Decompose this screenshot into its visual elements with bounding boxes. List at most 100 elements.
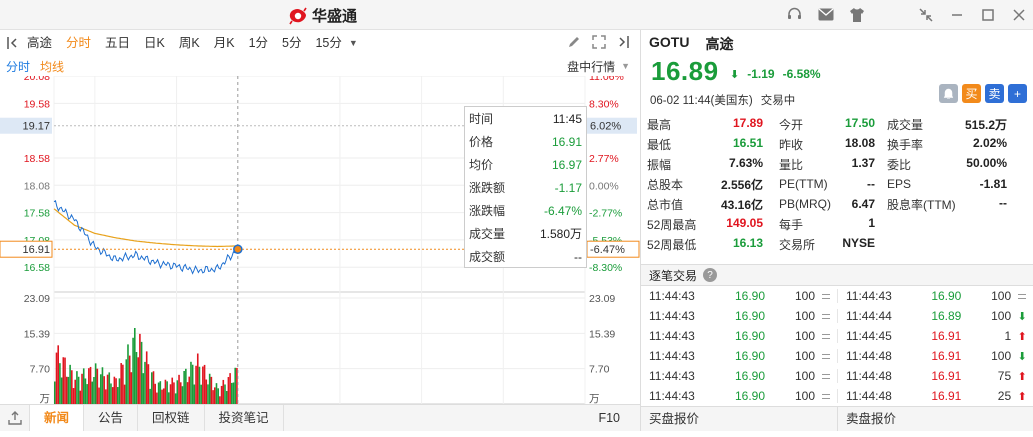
price-tick-label: 18.08 xyxy=(24,180,50,192)
trade-time: 11:44:43 xyxy=(649,349,695,363)
price-tick-label: 19.58 xyxy=(24,98,50,110)
pen-icon[interactable] xyxy=(566,34,582,50)
tab-5min[interactable]: 5分 xyxy=(275,30,308,56)
volume-bar xyxy=(118,378,121,404)
volume-bar xyxy=(88,368,90,404)
trade-volume: 25 xyxy=(997,389,1012,403)
tab-weekly-k[interactable]: 周K xyxy=(172,30,207,56)
tab-15min[interactable]: 15分 xyxy=(308,30,348,56)
volume-bar xyxy=(178,374,180,404)
stat-value: -- xyxy=(999,195,1007,210)
headset-icon[interactable] xyxy=(786,6,803,23)
volume-bar xyxy=(236,367,238,404)
sell-button[interactable]: 卖 xyxy=(985,84,1004,103)
price-tick-label: 20.08 xyxy=(24,76,50,83)
tab-news[interactable]: 新闻 xyxy=(30,405,85,431)
mode-label: 分时 xyxy=(6,59,31,74)
volume-bar xyxy=(94,363,97,404)
volume-bar xyxy=(77,376,80,404)
trade-price: 16.91 xyxy=(931,349,962,363)
stat-label: 振幅 xyxy=(647,157,672,172)
upload-icon[interactable] xyxy=(0,405,30,431)
info-value: -- xyxy=(574,249,582,264)
tab-equity-chain[interactable]: 回权链 xyxy=(138,405,205,431)
separator-space xyxy=(879,6,903,23)
volume-tick-label: 7.70 xyxy=(589,364,610,376)
tab-monthly-k[interactable]: 月K xyxy=(207,30,242,56)
stat-label: 最低 xyxy=(647,137,672,152)
volume-bar xyxy=(200,384,202,404)
collapse-left-icon[interactable] xyxy=(4,35,20,51)
tab-announcement[interactable]: 公告 xyxy=(84,405,139,431)
chevron-down-icon[interactable]: ▼ xyxy=(349,38,358,48)
volume-bar xyxy=(65,376,68,404)
tab-daily-k[interactable]: 日K xyxy=(137,30,172,56)
info-value: 1.580万 xyxy=(539,227,582,241)
volume-bar xyxy=(220,385,223,404)
shirt-icon[interactable] xyxy=(848,6,865,23)
shrink-icon[interactable] xyxy=(917,6,934,23)
trade-row: 11:44:43 16.90 100 11:44:45 16.91 1 ⬆ xyxy=(641,326,1033,346)
trade-row: 11:44:43 16.90 100 11:44:44 16.89 100 ⬇ xyxy=(641,306,1033,326)
trading-status: 交易中 xyxy=(760,95,796,107)
tab-fenshi[interactable]: 分时 xyxy=(59,30,98,56)
volume-bar xyxy=(91,381,94,404)
session-selector[interactable]: 盘中行情 ▼ xyxy=(567,58,630,75)
stats-row: 52周最高 149.05 每手 1 xyxy=(647,214,1031,234)
stat-cell: 最高 17.89 xyxy=(647,116,763,133)
tab-f10[interactable]: F10 xyxy=(598,405,620,431)
volume-bar xyxy=(152,371,155,404)
volume-bar xyxy=(72,388,75,404)
volume-bar xyxy=(116,387,119,404)
stat-label: 委比 xyxy=(887,157,912,172)
close-icon[interactable] xyxy=(1010,6,1027,23)
trades-list[interactable]: 11:44:43 16.90 100 11:44:43 16.90 100 11:44:43… xyxy=(641,286,1033,406)
volume-bar xyxy=(86,384,88,404)
trade-volume: 100 xyxy=(794,289,815,303)
volume-bar xyxy=(140,341,143,404)
volume-bar xyxy=(120,363,122,404)
help-icon[interactable]: ? xyxy=(703,268,718,282)
minimize-icon[interactable] xyxy=(948,6,965,23)
trade-row: 11:44:43 16.90 100 11:44:48 16.91 100 ⬇ xyxy=(641,346,1033,366)
trade-cell: 11:44:43 16.90 100 xyxy=(641,349,837,363)
tab-5day[interactable]: 五日 xyxy=(98,30,137,56)
trades-title: 逐笔交易 xyxy=(649,268,698,283)
info-label: 成交量 xyxy=(469,227,506,241)
maximize-icon[interactable] xyxy=(979,6,996,23)
bell-icon[interactable] xyxy=(939,84,958,103)
stat-cell: 股息率(TTM) -- xyxy=(887,196,1007,213)
trade-volume: 100 xyxy=(991,289,1012,303)
mail-icon[interactable] xyxy=(817,6,834,23)
stat-value: -- xyxy=(867,177,875,191)
trade-time: 11:44:45 xyxy=(846,329,892,343)
volume-bar xyxy=(222,379,225,404)
stat-value: 2.02% xyxy=(972,135,1007,150)
trade-price: 16.89 xyxy=(931,309,962,323)
volume-bar xyxy=(144,361,146,404)
tab-1min[interactable]: 1分 xyxy=(242,30,275,56)
info-value: 16.91 xyxy=(551,134,582,149)
collapse-right-icon[interactable] xyxy=(616,34,632,50)
volume-bar xyxy=(162,388,165,404)
stat-value: 18.08 xyxy=(844,135,875,150)
fullscreen-icon[interactable] xyxy=(591,34,607,50)
volume-bar xyxy=(101,367,104,404)
trade-price: 16.90 xyxy=(734,369,765,383)
volume-bar xyxy=(59,363,61,404)
volume-bar xyxy=(181,386,184,404)
add-watchlist-icon[interactable]: + xyxy=(1008,84,1027,103)
volume-bar xyxy=(219,396,221,404)
info-row: 涨跌幅 -6.47% xyxy=(465,199,586,222)
trade-volume: 75 xyxy=(997,369,1012,383)
volume-bar xyxy=(203,364,206,404)
volume-bar xyxy=(186,382,189,404)
buy-button[interactable]: 买 xyxy=(962,84,981,103)
stats-row: 总股本 2.556亿 PE(TTM) -- EPS -1.81 xyxy=(647,174,1031,194)
volume-bar xyxy=(103,376,105,404)
volume-bar xyxy=(149,388,151,404)
volume-bar xyxy=(173,382,175,404)
tab-notes[interactable]: 投资笔记 xyxy=(205,405,284,431)
brand-name: 华盛通 xyxy=(312,8,358,25)
trade-cell: 11:44:43 16.90 100 xyxy=(641,289,837,303)
